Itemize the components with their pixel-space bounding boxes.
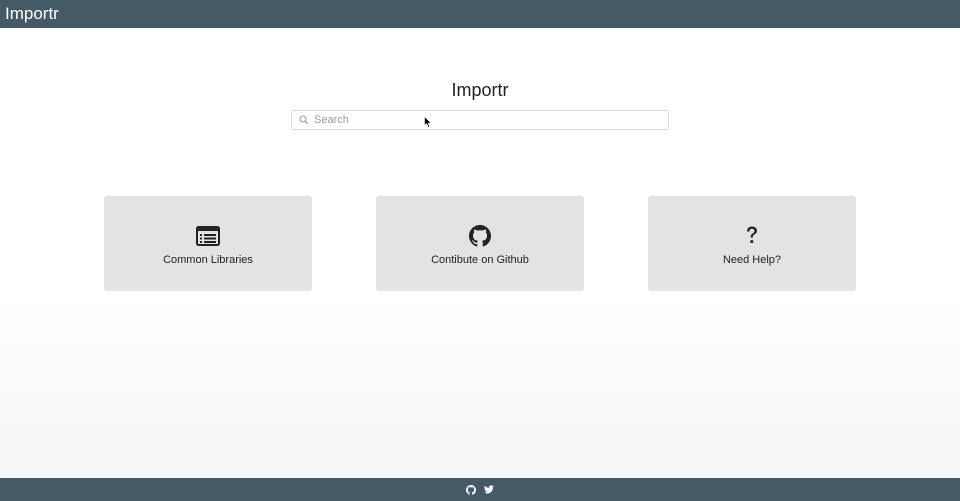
page-title: Importr: [451, 80, 509, 100]
brand-logo[interactable]: Importr: [5, 0, 59, 28]
search-icon: [295, 111, 313, 129]
search-input[interactable]: [314, 112, 654, 128]
card-common-libraries[interactable]: Common Libraries: [104, 196, 312, 291]
list-icon: [196, 224, 220, 248]
github-icon[interactable]: [466, 484, 476, 495]
card-contribute-github[interactable]: Contibute on Github: [376, 196, 584, 291]
card-label: Common Libraries: [163, 253, 253, 266]
github-icon: [469, 224, 491, 248]
card-label: Need Help?: [722, 253, 782, 266]
mouse-cursor-icon: [424, 116, 432, 128]
card-row: Common Libraries Contibute on Github Nee…: [0, 196, 960, 291]
search-box[interactable]: [291, 110, 669, 130]
twitter-icon[interactable]: [484, 485, 494, 495]
card-label: Contibute on Github: [431, 253, 529, 266]
card-need-help[interactable]: Need Help?: [648, 196, 856, 291]
top-navbar: Importr: [0, 0, 960, 28]
question-icon: [745, 224, 759, 248]
footer: [0, 478, 960, 501]
main-content: Importr Search Common Libraries Contibut…: [0, 28, 960, 478]
